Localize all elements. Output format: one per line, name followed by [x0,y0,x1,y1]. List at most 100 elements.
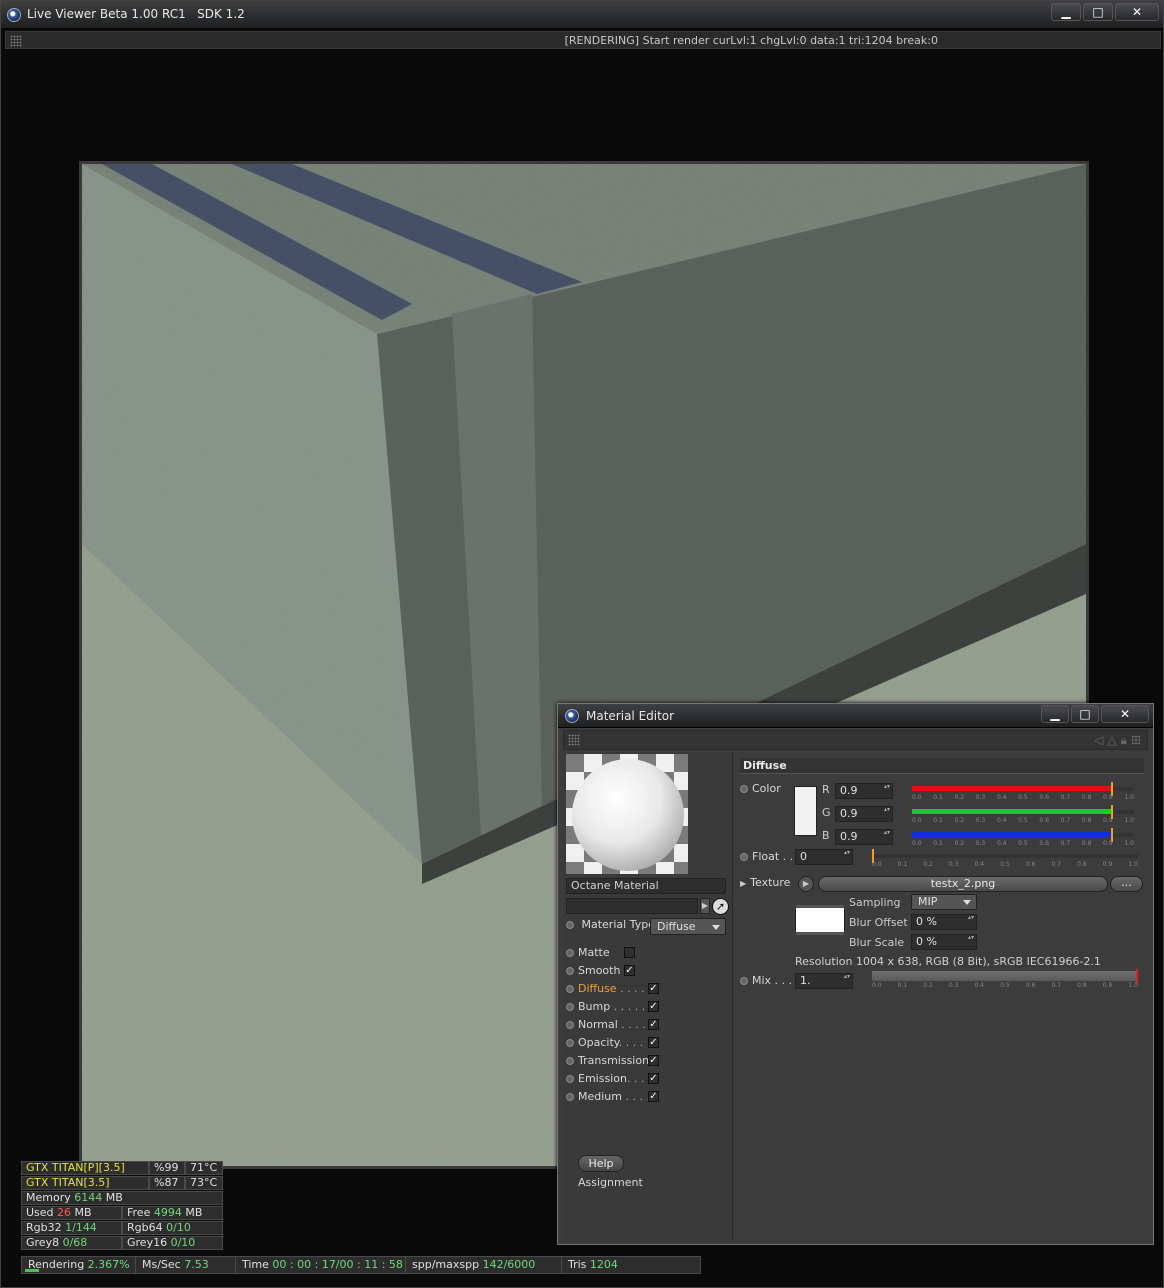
minimize-button[interactable]: ▁ [1041,705,1069,723]
used-cell: Used 26 MB [21,1206,122,1220]
material-name-field[interactable]: Octane Material [566,878,726,894]
arrow-right-icon[interactable]: ▶ [700,898,710,914]
channel-radio[interactable] [566,1057,574,1065]
channel-transmission[interactable]: Transmission ✓ [566,1052,731,1070]
channel-radio[interactable] [566,1075,574,1083]
channel-smooth[interactable]: Smooth ✓ [566,962,731,980]
channel-matte[interactable]: Matte [566,944,731,962]
channel-checkbox[interactable]: ✓ [648,1037,659,1048]
grip-icon[interactable] [10,35,22,47]
color-swatch[interactable] [794,786,817,836]
close-button[interactable]: ✕ [1101,705,1149,723]
blur-offset-field[interactable]: 0 % [911,914,977,930]
channel-medium[interactable]: Medium . . . . ✓ [566,1088,731,1106]
material-channel-panel: Octane Material ▶ ➚ Material Type Diffus… [563,752,733,1240]
g-slider-fill [912,809,1112,814]
help-button[interactable]: Help [578,1155,624,1172]
channel-checkbox[interactable]: ✓ [648,1019,659,1030]
channel-normal[interactable]: Normal . . . . . ✓ [566,1016,731,1034]
channel-radio[interactable] [566,1093,574,1101]
material-link-field[interactable] [566,898,698,914]
mix-slider[interactable]: 0.0 0.1 0.2 0.3 0.4 0.5 0.6 0.7 0.8 0.9 1.0 [872,969,1138,991]
nav-back-icon[interactable]: ◁ [1094,733,1103,748]
channel-checkbox[interactable]: ✓ [648,983,659,994]
maximize-button[interactable]: □ [1083,3,1113,21]
color-radio[interactable] [740,785,748,793]
channel-radio[interactable] [566,985,574,993]
g-value-field[interactable]: 0.9 [835,806,893,822]
b-slider[interactable]: 0.0 0.1 0.2 0.3 0.4 0.5 0.6 0.7 0.8 0.9 1.0 [912,828,1134,849]
sampling-dropdown[interactable]: MIP [911,894,977,910]
mix-value-field[interactable]: 1. [795,973,853,989]
channel-list: Matte Smooth ✓ Diffuse . . . . . ✓ Bump … [566,944,731,1106]
mix-radio[interactable] [740,977,748,985]
grey8-cell: Grey8 0/68 [21,1236,122,1250]
tick-label: 0.1 [897,861,908,868]
channel-dots: . . . . . [616,982,652,995]
channel-emission[interactable]: Emission. . . . ✓ [566,1070,731,1088]
channel-checkbox[interactable]: ✓ [624,965,635,976]
texture-file-button[interactable]: testx_2.png [818,876,1108,892]
tick-label: 0.3 [975,794,986,801]
grip-icon[interactable] [568,734,580,746]
time-value: 00 : 00 : 17/00 : 11 : 58 [272,1258,403,1271]
main-titlebar[interactable]: Live Viewer Beta 1.00 RC1 SDK 1.2 ▁ □ ✕ [1,1,1163,29]
new-panel-icon[interactable]: ⊞ [1131,733,1141,748]
assignment-tab[interactable]: Assignment [578,1176,643,1189]
float-slider[interactable]: 0.0 0.1 0.2 0.3 0.4 0.5 0.6 0.7 0.8 0.9 1.0 [872,849,1138,870]
gpu-load: %99 [149,1161,185,1175]
expand-arrow-icon[interactable]: ▶ [740,879,746,888]
channel-diffuse[interactable]: Diffuse . . . . . ✓ [566,980,731,998]
material-preview[interactable] [566,754,688,874]
channel-checkbox[interactable]: ✓ [648,1091,659,1102]
channel-opacity[interactable]: Opacity. . . . . ✓ [566,1034,731,1052]
section-title: Diffuse [740,758,1144,774]
blur-scale-field[interactable]: 0 % [911,934,977,950]
tick-label: 0.6 [1025,861,1036,868]
window-controls: ▁ □ ✕ [1039,705,1149,723]
channel-checkbox[interactable]: ✓ [648,1001,659,1012]
b-slider-fill [912,832,1112,837]
r-label: R [822,783,830,796]
channel-radio[interactable] [566,967,574,975]
material-type-dropdown[interactable]: Diffuse [650,918,726,935]
tick-label: 0.1 [897,982,908,989]
float-value-field[interactable]: 0 [795,849,853,865]
maximize-button[interactable]: □ [1071,705,1099,723]
material-type-radio[interactable] [566,921,574,929]
mix-slider-handle[interactable] [1136,969,1138,983]
channel-radio[interactable] [566,1021,574,1029]
g-slider[interactable]: 0.0 0.1 0.2 0.3 0.4 0.5 0.6 0.7 0.8 0.9 1.0 [912,805,1134,826]
pick-cursor-icon[interactable]: ➚ [712,898,729,915]
texture-row: ▶ Texture [740,874,790,892]
rgb64-value: 0/10 [166,1221,191,1234]
close-button[interactable]: ✕ [1115,3,1159,21]
memory-value: 6144 [74,1191,103,1204]
tick-label: 0.8 [1081,794,1092,801]
b-value-field[interactable]: 0.9 [835,829,893,845]
slider-ticks: 0.0 0.1 0.2 0.3 0.4 0.5 0.6 0.7 0.8 0.9 1.0 [912,794,1134,801]
rgb32-label: Rgb32 [26,1221,62,1234]
r-slider[interactable]: 0.0 0.1 0.2 0.3 0.4 0.5 0.6 0.7 0.8 0.9 1.0 [912,782,1134,803]
float-radio[interactable] [740,853,748,861]
channel-radio[interactable] [566,1003,574,1011]
gpu-name: GTX TITAN[P][3.5] [21,1161,149,1175]
channel-bump[interactable]: Bump . . . . . . ✓ [566,998,731,1016]
texture-more-button[interactable]: ... [1110,876,1143,892]
nav-up-icon[interactable]: △ [1107,733,1116,748]
material-editor-titlebar[interactable]: Material Editor ▁ □ ✕ [558,704,1153,728]
channel-checkbox[interactable] [624,947,635,958]
spp-value: 142/6000 [482,1258,536,1271]
b-label: B [822,829,830,842]
lock-icon[interactable]: 🔒︎ [1121,733,1127,748]
minimize-button[interactable]: ▁ [1051,3,1081,21]
channel-label: Bump [578,1000,611,1013]
channel-checkbox[interactable]: ✓ [648,1073,659,1084]
channel-checkbox[interactable]: ✓ [648,1055,659,1066]
channel-label: Transmission [578,1054,650,1067]
channel-radio[interactable] [566,949,574,957]
texture-play-icon[interactable]: ▶ [798,876,814,892]
channel-radio[interactable] [566,1039,574,1047]
r-value-field[interactable]: 0.9 [835,783,893,799]
tick-label: 0.9 [1103,840,1113,847]
